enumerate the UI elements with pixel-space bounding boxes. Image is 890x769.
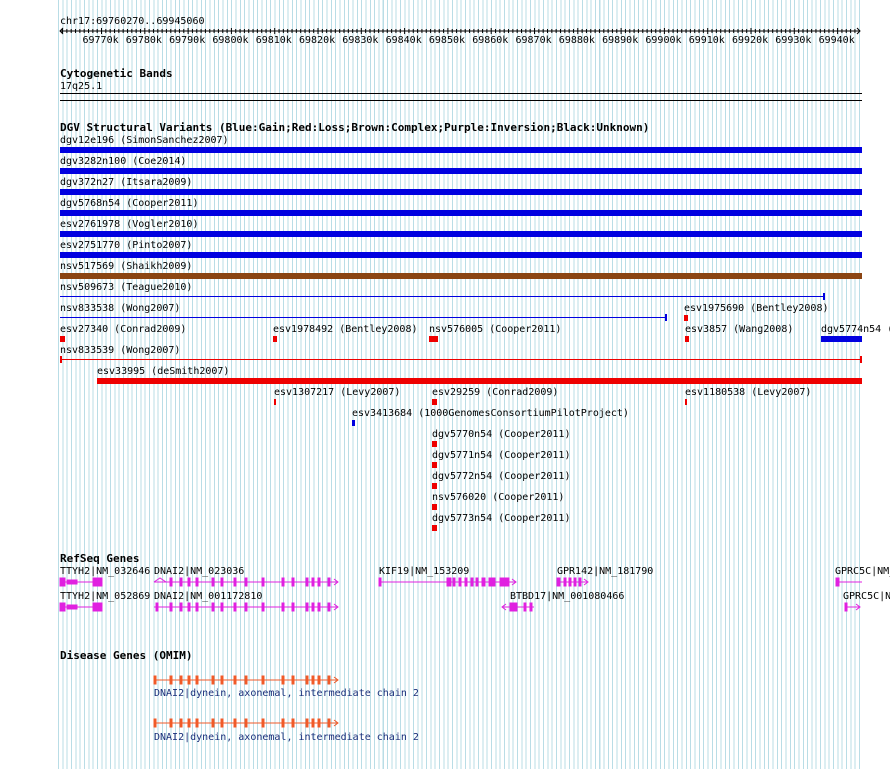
omim-entry-label[interactable]: DNAI2|dynein, axonemal, intermediate cha… [154, 688, 419, 699]
omim-entry-label[interactable]: DNAI2|dynein, axonemal, intermediate cha… [154, 732, 419, 743]
genome-browser-panel: chr17:69760270..69945060 69770k 69780k 697… [0, 0, 890, 769]
omim-gene-models[interactable] [0, 0, 890, 769]
